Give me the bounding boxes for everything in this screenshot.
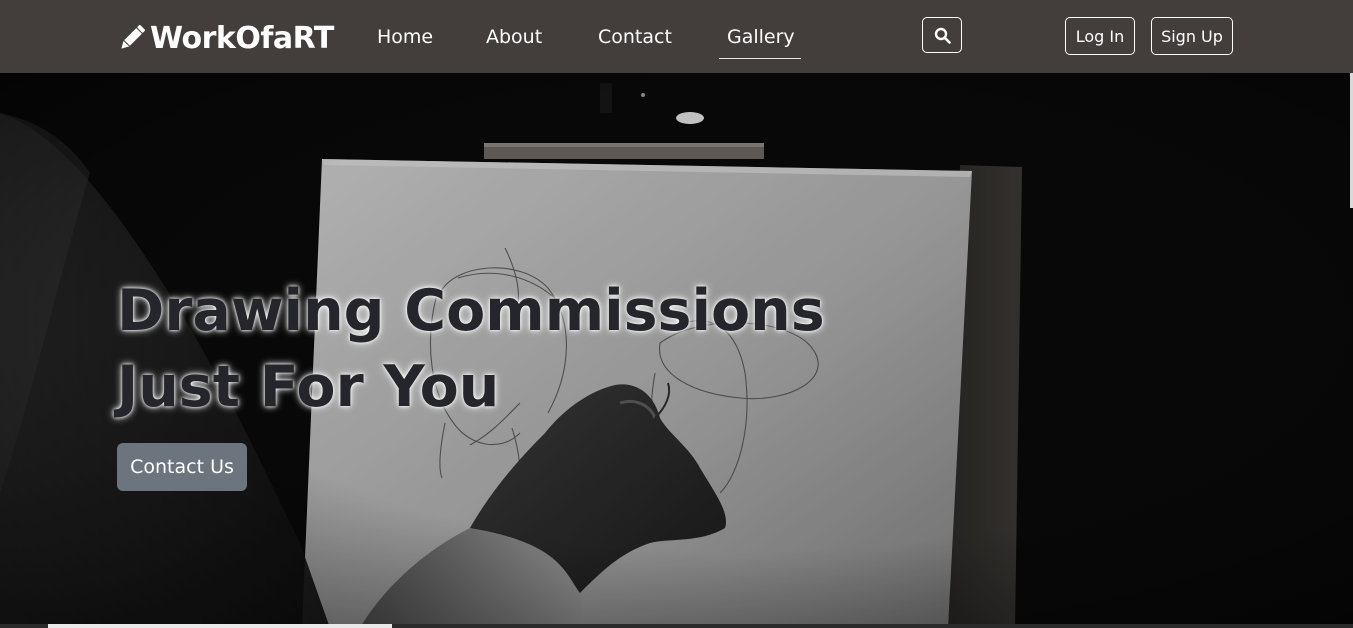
signup-button[interactable]: Sign Up bbox=[1151, 17, 1233, 55]
search-button[interactable] bbox=[922, 17, 962, 53]
hero-section: Drawing Commissions Just For You Contact… bbox=[0, 73, 1353, 628]
pencil-icon bbox=[121, 24, 146, 49]
nav-link-home[interactable]: Home bbox=[377, 22, 433, 52]
navbar: WorkOfaRT Home About Contact Gallery Log… bbox=[0, 0, 1353, 73]
nav-link-gallery[interactable]: Gallery bbox=[727, 22, 795, 52]
nav-link-contact[interactable]: Contact bbox=[598, 22, 672, 52]
brand-name: WorkOfaRT bbox=[150, 20, 334, 56]
page: WorkOfaRT Home About Contact Gallery Log… bbox=[0, 0, 1353, 628]
horizontal-scrollbar-thumb[interactable] bbox=[48, 624, 392, 628]
login-button[interactable]: Log In bbox=[1065, 17, 1135, 55]
hero-title: Drawing Commissions Just For You bbox=[117, 273, 877, 425]
contact-us-button[interactable]: Contact Us bbox=[117, 443, 247, 491]
nav-link-about[interactable]: About bbox=[486, 22, 542, 52]
hero-title-line-2: Just For You bbox=[117, 354, 500, 420]
brand-logo-link[interactable]: WorkOfaRT bbox=[116, 18, 334, 58]
active-nav-indicator bbox=[719, 58, 801, 59]
search-icon bbox=[934, 27, 951, 44]
hero-title-line-1: Drawing Commissions bbox=[117, 278, 825, 344]
